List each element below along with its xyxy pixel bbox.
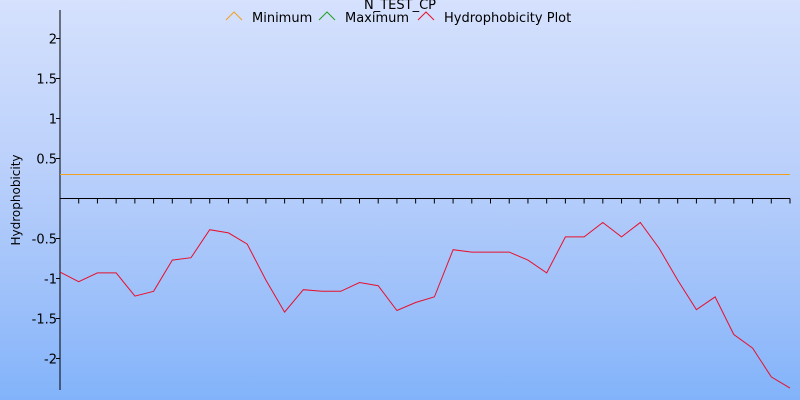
y-tick-label-1: 1.5 bbox=[36, 73, 57, 88]
y-tick-label-0: 2 bbox=[49, 33, 57, 48]
y-tick-label-6: -1.5 bbox=[32, 313, 57, 328]
legend-label-0: Minimum bbox=[252, 11, 312, 26]
axes: 2 1.5 1 0.5 -0.5 -1 -1.5 -2 bbox=[32, 10, 791, 390]
legend-label-1: Maximum bbox=[345, 11, 409, 26]
chart-area: N_TEST_CP Minimum Maximum Hydrophobicity P… bbox=[0, 0, 800, 400]
y-tick-label-4: -0.5 bbox=[32, 233, 57, 248]
y-tick-label-3: 0.5 bbox=[36, 153, 57, 168]
hydrophobicity-chart: N_TEST_CP Minimum Maximum Hydrophobicity P… bbox=[9, 0, 791, 390]
legend: Minimum Maximum Hydrophobicity Plot bbox=[225, 11, 571, 26]
legend-label-2: Hydrophobicity Plot bbox=[444, 11, 571, 26]
legend-swatch-1 bbox=[318, 11, 336, 21]
legend-swatch-0 bbox=[225, 11, 243, 21]
y-tick-label-5: -1 bbox=[44, 273, 57, 288]
series-line-2 bbox=[59, 221, 791, 389]
y-axis-label: Hydrophobicity bbox=[9, 154, 23, 245]
y-tick-label-7: -2 bbox=[44, 353, 57, 368]
series-layer bbox=[59, 174, 791, 389]
legend-swatch-2 bbox=[417, 11, 435, 21]
y-tick-label-2: 1 bbox=[49, 113, 57, 128]
